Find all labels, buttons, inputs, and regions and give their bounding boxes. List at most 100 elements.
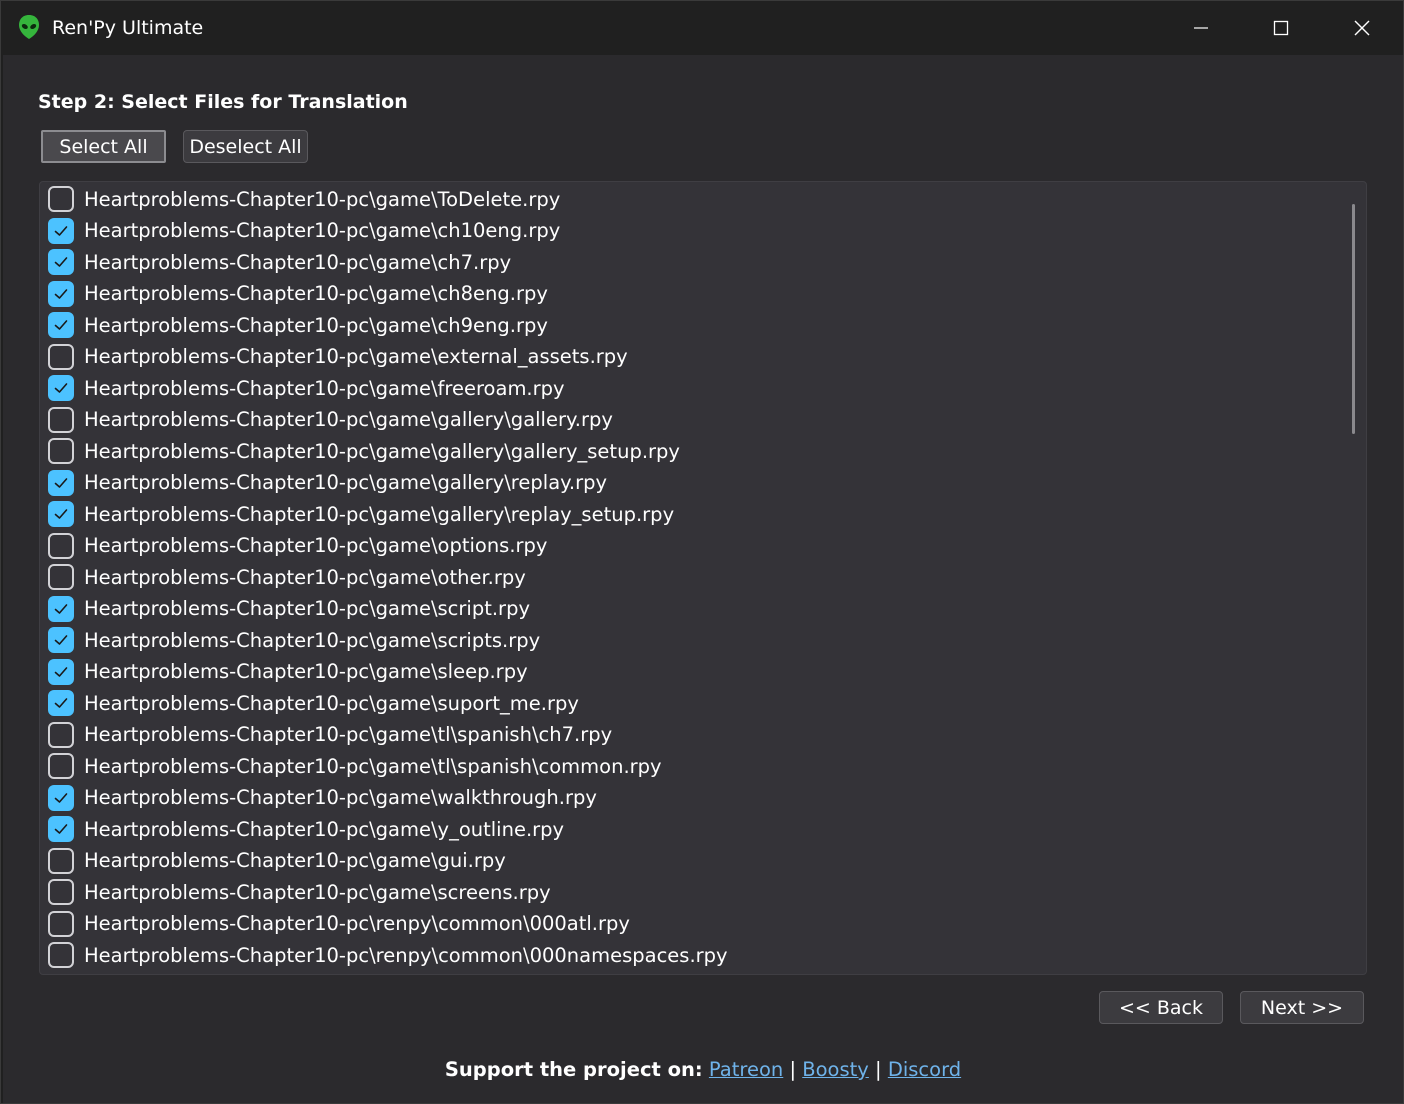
file-checkbox[interactable]	[48, 375, 74, 401]
file-checkbox[interactable]	[48, 564, 74, 590]
file-checkbox[interactable]	[48, 942, 74, 968]
file-list[interactable]: Heartproblems-Chapter10-pc\game\ToDelete…	[39, 181, 1367, 975]
file-checkbox[interactable]	[48, 627, 74, 653]
file-checkbox[interactable]	[48, 280, 74, 307]
checkmark-icon	[54, 225, 68, 236]
file-row[interactable]: Heartproblems-Chapter10-pc\game\tl\spani…	[48, 720, 1338, 750]
file-path-label: Heartproblems-Chapter10-pc\game\options.…	[84, 534, 548, 557]
file-path-label: Heartproblems-Chapter10-pc\game\tl\spani…	[84, 754, 662, 778]
file-checkbox[interactable]	[48, 343, 74, 370]
link-separator: |	[875, 1058, 882, 1081]
file-checkbox[interactable]	[48, 469, 74, 496]
file-checkbox[interactable]	[48, 753, 74, 779]
file-row[interactable]: Heartproblems-Chapter10-pc\game\options.…	[48, 531, 1338, 561]
file-checkbox[interactable]	[48, 973, 74, 974]
file-row[interactable]: Heartproblems-Chapter10-pc\game\gallery\…	[48, 468, 1338, 498]
file-path-label: Heartproblems-Chapter10-pc\game\suport_m…	[84, 691, 579, 715]
maximize-button[interactable]	[1241, 1, 1321, 55]
checkmark-icon	[54, 288, 68, 299]
file-row[interactable]: Heartproblems-Chapter10-pc\game\freeroam…	[48, 373, 1338, 403]
file-row[interactable]: Heartproblems-Chapter10-pc\game\gallery\…	[48, 405, 1338, 435]
file-path-label: Heartproblems-Chapter10-pc\game\gallery\…	[84, 439, 680, 463]
file-checkbox[interactable]	[48, 532, 74, 559]
alien-head-icon	[19, 15, 39, 39]
next-button[interactable]: Next >>	[1240, 991, 1364, 1024]
step-title: Step 2: Select Files for Translation	[38, 91, 408, 113]
patreon-link[interactable]: Patreon	[709, 1058, 783, 1081]
file-row[interactable]: Heartproblems-Chapter10-pc\game\external…	[48, 342, 1338, 372]
file-path-label: Heartproblems-Chapter10-pc\game\gui.rpy	[84, 849, 506, 872]
file-row[interactable]: Heartproblems-Chapter10-pc\renpy\common\…	[48, 940, 1338, 970]
file-checkbox[interactable]	[48, 186, 74, 212]
scrollbar-thumb[interactable]	[1352, 204, 1355, 434]
minimize-button[interactable]	[1161, 1, 1241, 55]
file-checkbox[interactable]	[48, 721, 74, 748]
file-path-label: Heartproblems-Chapter10-pc\game\gallery\…	[84, 408, 613, 431]
file-row[interactable]: Heartproblems-Chapter10-pc\game\walkthro…	[48, 783, 1338, 813]
file-checkbox[interactable]	[48, 658, 74, 685]
checkmark-icon	[54, 257, 68, 267]
file-path-label: Heartproblems-Chapter10-pc\renpy\common\…	[84, 943, 728, 967]
app-window: Ren'Py Ultimate Step 2: Select Files for…	[0, 0, 1404, 1104]
back-button[interactable]: << Back	[1099, 991, 1223, 1024]
file-checkbox[interactable]	[48, 816, 74, 842]
file-path-label: Heartproblems-Chapter10-pc\renpy\common\…	[84, 912, 630, 935]
file-row-partial[interactable]	[48, 972, 1338, 974]
file-path-label: Heartproblems-Chapter10-pc\game\script.r…	[84, 597, 530, 620]
file-path-label: Heartproblems-Chapter10-pc\game\gallery\…	[84, 471, 608, 494]
file-path-label: Heartproblems-Chapter10-pc\game\ToDelete…	[84, 187, 561, 211]
checkmark-icon	[54, 509, 68, 519]
support-lead: Support the project on:	[444, 1058, 703, 1081]
file-checkbox[interactable]	[48, 217, 74, 244]
file-checkbox[interactable]	[48, 910, 74, 937]
file-row[interactable]: Heartproblems-Chapter10-pc\game\scripts.…	[48, 625, 1338, 655]
file-checkbox[interactable]	[48, 249, 74, 275]
file-row[interactable]: Heartproblems-Chapter10-pc\game\ToDelete…	[48, 184, 1338, 214]
file-checkbox[interactable]	[48, 847, 74, 874]
boosty-link[interactable]: Boosty	[802, 1058, 869, 1081]
file-row[interactable]: Heartproblems-Chapter10-pc\game\gui.rpy	[48, 846, 1338, 876]
file-row[interactable]: Heartproblems-Chapter10-pc\game\ch8eng.r…	[48, 279, 1338, 309]
file-row[interactable]: Heartproblems-Chapter10-pc\renpy\common\…	[48, 909, 1338, 939]
file-row[interactable]: Heartproblems-Chapter10-pc\game\screens.…	[48, 877, 1338, 907]
file-path-label: Heartproblems-Chapter10-pc\game\gallery\…	[84, 502, 675, 526]
file-checkbox[interactable]	[48, 595, 74, 622]
checkmark-icon	[54, 383, 68, 393]
file-row[interactable]: Heartproblems-Chapter10-pc\game\tl\spani…	[48, 751, 1338, 781]
file-row[interactable]: Heartproblems-Chapter10-pc\game\ch9eng.r…	[48, 310, 1338, 340]
file-path-label: Heartproblems-Chapter10-pc\game\scripts.…	[84, 628, 541, 652]
file-checkbox[interactable]	[48, 501, 74, 527]
file-checkbox[interactable]	[48, 406, 74, 433]
file-row[interactable]: Heartproblems-Chapter10-pc\game\sleep.rp…	[48, 657, 1338, 687]
file-row[interactable]: Heartproblems-Chapter10-pc\game\y_outlin…	[48, 814, 1338, 844]
deselect-all-button[interactable]: Deselect All	[183, 130, 308, 163]
file-path-label: Heartproblems-Chapter10-pc\game\walkthro…	[84, 786, 597, 809]
file-row[interactable]: Heartproblems-Chapter10-pc\game\gallery\…	[48, 499, 1338, 529]
checkmark-icon	[54, 477, 68, 488]
discord-link[interactable]: Discord	[888, 1058, 961, 1081]
file-row[interactable]: Heartproblems-Chapter10-pc\game\script.r…	[48, 594, 1338, 624]
file-row[interactable]: Heartproblems-Chapter10-pc\game\suport_m…	[48, 688, 1338, 718]
file-path-label: Heartproblems-Chapter10-pc\game\ch9eng.r…	[84, 313, 548, 337]
title-bar[interactable]: Ren'Py Ultimate	[1, 1, 1403, 55]
close-button[interactable]	[1322, 1, 1402, 55]
file-path-label: Heartproblems-Chapter10-pc\game\external…	[84, 345, 628, 368]
select-all-button[interactable]: Select All	[41, 130, 166, 163]
file-checkbox[interactable]	[48, 784, 74, 811]
checkmark-icon	[54, 320, 68, 330]
checkmark-icon	[54, 635, 68, 645]
file-checkbox[interactable]	[48, 438, 74, 464]
file-row[interactable]: Heartproblems-Chapter10-pc\game\ch10eng.…	[48, 216, 1338, 246]
file-checkbox[interactable]	[48, 879, 74, 905]
file-row[interactable]: Heartproblems-Chapter10-pc\game\gallery\…	[48, 436, 1338, 466]
close-icon	[1354, 20, 1370, 36]
minimize-icon	[1194, 27, 1208, 29]
file-path-label: Heartproblems-Chapter10-pc\game\ch8eng.r…	[84, 282, 548, 305]
file-row[interactable]: Heartproblems-Chapter10-pc\game\ch7.rpy	[48, 247, 1338, 277]
support-footer: Support the project on: Patreon | Boosty…	[3, 1058, 1403, 1081]
file-path-label: Heartproblems-Chapter10-pc\game\ch10eng.…	[84, 219, 561, 242]
file-checkbox[interactable]	[48, 690, 74, 716]
file-row[interactable]: Heartproblems-Chapter10-pc\game\other.rp…	[48, 562, 1338, 592]
file-path-label: Heartproblems-Chapter10-pc\game\y_outlin…	[84, 817, 565, 841]
file-checkbox[interactable]	[48, 312, 74, 338]
